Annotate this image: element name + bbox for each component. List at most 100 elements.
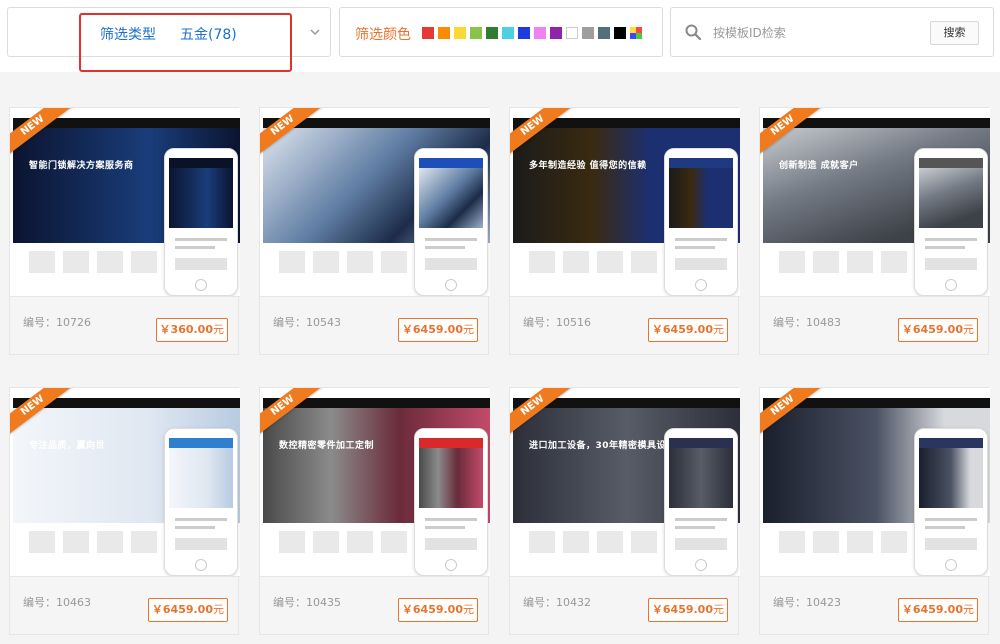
price-tag[interactable]: ￥6459.00元 [897,598,978,622]
mobile-hero-image [919,448,983,508]
card-divider [10,296,240,297]
template-card[interactable]: 智能门锁解决方案服务商 NEW 编号：10726 ￥360.00元 [9,107,240,355]
template-id-label: 编号： [523,596,556,609]
price-unit: 元 [963,323,974,336]
phone-home-button [445,279,457,291]
price-tag[interactable]: ￥6459.00元 [897,318,978,342]
template-card[interactable]: 进口加工设备，30年精密模具设计 NEW 编号：10432 ￥6459.00元 [509,387,740,635]
phone-home-button [195,559,207,571]
price-unit: 元 [963,603,974,616]
template-preview[interactable]: 专注品质，赢向世 NEW [10,388,240,576]
template-id-value: 10726 [56,316,91,329]
color-swatch[interactable] [470,27,482,39]
template-id: 编号：10423 [773,594,841,610]
template-id: 编号：10435 [273,594,341,610]
mobile-header [919,438,983,448]
template-id-label: 编号： [273,596,306,609]
template-id-value: 10432 [556,596,591,609]
template-card[interactable]: 专注品质，赢向世 NEW 编号：10463 ￥6459.00元 [9,387,240,635]
template-id-value: 10423 [806,596,841,609]
color-swatch[interactable] [598,27,610,39]
template-id-value: 10543 [306,316,341,329]
chevron-down-icon[interactable] [308,25,322,39]
color-swatch[interactable] [534,27,546,39]
color-swatch[interactable] [438,27,450,39]
mobile-header [669,158,733,168]
color-swatch[interactable] [422,27,434,39]
color-swatch[interactable] [486,27,498,39]
search-input[interactable] [711,20,925,46]
color-swatch[interactable] [566,27,578,39]
mobile-header [169,438,233,448]
color-swatch[interactable] [630,27,642,39]
card-divider [760,576,990,577]
template-preview[interactable]: 多年制造经验 值得您的信赖 NEW [510,108,740,296]
price-value: ￥6459.00 [401,603,463,616]
template-id-value: 10435 [306,596,341,609]
template-id: 编号：10432 [523,594,591,610]
preview-headline: 创新制造 成就客户 [779,161,859,171]
template-id-label: 编号： [523,316,556,329]
template-id-label: 编号： [23,596,56,609]
filter-bar: 筛选类型 五金(78) 筛选颜色 搜索 [0,0,1000,72]
mobile-hero-image [919,168,983,228]
color-swatch[interactable] [614,27,626,39]
color-swatch[interactable] [518,27,530,39]
template-id-label: 编号： [773,596,806,609]
price-tag[interactable]: ￥6459.00元 [647,598,728,622]
color-swatch[interactable] [582,27,594,39]
template-id-label: 编号： [23,316,56,329]
price-tag[interactable]: ￥6459.00元 [647,318,728,342]
mobile-preview [664,428,738,576]
template-id: 编号：10516 [523,314,591,330]
phone-home-button [195,279,207,291]
color-filter: 筛选颜色 [339,7,663,57]
template-preview[interactable]: 进口加工设备，30年精密模具设计 NEW [510,388,740,576]
price-value: ￥6459.00 [651,323,713,336]
preview-headline: 智能门锁解决方案服务商 [29,161,134,171]
price-unit: 元 [713,323,724,336]
mobile-preview [164,428,238,576]
price-tag[interactable]: ￥6459.00元 [397,318,478,342]
color-swatch[interactable] [454,27,466,39]
template-preview[interactable]: 智能门锁解决方案服务商 NEW [10,108,240,296]
mobile-preview [414,428,488,576]
template-id: 编号：10726 [23,314,91,330]
template-card[interactable]: 多年制造经验 值得您的信赖 NEW 编号：10516 ￥6459.00元 [509,107,740,355]
mobile-header [169,158,233,168]
color-swatch[interactable] [502,27,514,39]
price-value: ￥6459.00 [901,323,963,336]
template-id-value: 10483 [806,316,841,329]
template-preview[interactable]: 数控精密零件加工定制 NEW [260,388,490,576]
preview-headline: 数控精密零件加工定制 [279,441,375,451]
mobile-preview [914,148,988,296]
mobile-hero-image [419,168,483,228]
card-divider [10,576,240,577]
mobile-preview [414,148,488,296]
preview-headline: 进口加工设备，30年精密模具设计 [529,441,676,451]
price-tag[interactable]: ￥6459.00元 [397,598,478,622]
search-button[interactable]: 搜索 [930,21,979,45]
template-card[interactable]: NEW 编号：10423 ￥6459.00元 [759,387,990,635]
template-preview[interactable]: 创新制造 成就客户 NEW [760,108,990,296]
card-divider [260,296,490,297]
template-card[interactable]: NEW 编号：10543 ￥6459.00元 [259,107,490,355]
price-value: ￥6459.00 [151,603,213,616]
template-card[interactable]: 创新制造 成就客户 NEW 编号：10483 ￥6459.00元 [759,107,990,355]
card-divider [760,296,990,297]
phone-home-button [695,279,707,291]
mobile-hero-image [169,168,233,228]
mobile-header [419,158,483,168]
card-divider [510,296,740,297]
price-unit: 元 [463,603,474,616]
color-swatch[interactable] [550,27,562,39]
template-id-label: 编号： [773,316,806,329]
template-preview[interactable]: NEW [760,388,990,576]
phone-home-button [695,559,707,571]
template-card[interactable]: 数控精密零件加工定制 NEW 编号：10435 ￥6459.00元 [259,387,490,635]
price-tag[interactable]: ￥360.00元 [155,318,228,342]
price-tag[interactable]: ￥6459.00元 [147,598,228,622]
mobile-preview [914,428,988,576]
template-preview[interactable]: NEW [260,108,490,296]
mobile-header [669,438,733,448]
